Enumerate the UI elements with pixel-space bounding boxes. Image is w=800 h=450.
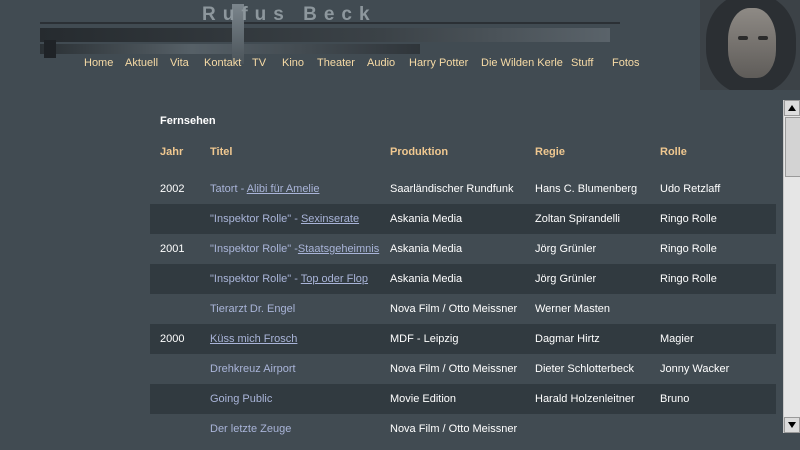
title-link[interactable]: Top oder Flop	[301, 273, 368, 285]
table-row: Der letzte Zeuge Nova Film / Otto Meissne…	[150, 414, 776, 444]
title-text: Der letzte Zeuge	[210, 423, 292, 435]
table-row: "Inspektor Rolle" - Top oder Flop Askania…	[150, 264, 776, 294]
arrow-down-icon	[788, 422, 796, 428]
cell-titel: Der letzte Zeuge	[210, 414, 390, 444]
cell-titel: Going Public	[210, 384, 390, 414]
table-header-row: Jahr Titel Produktion Regie Rolle	[150, 144, 776, 160]
nav-aktuell[interactable]: Aktuell	[125, 57, 158, 69]
scroll-up-button[interactable]	[784, 100, 800, 116]
portrait-image	[700, 0, 800, 90]
col-rolle: Rolle	[660, 146, 687, 158]
table-row: Going Public Movie Edition Harald Holzenle…	[150, 384, 776, 414]
nav-fotos[interactable]: Fotos	[612, 57, 640, 69]
cell-rolle: Jonny Wacker	[660, 363, 730, 375]
title-text: Drehkreuz Airport	[210, 363, 296, 375]
cell-jahr: 2001	[160, 243, 185, 255]
cell-jahr	[150, 414, 210, 444]
nav-home[interactable]: Home	[84, 57, 113, 69]
table-row: 2002 Tatort - Alibi für Amelie Saarländisc…	[150, 174, 776, 204]
table-row: Tierarzt Dr. Engel Nova Film / Otto Meiss…	[150, 294, 776, 324]
col-jahr: Jahr	[160, 146, 184, 158]
table-row: Drehkreuz Airport Nova Film / Otto Meissn…	[150, 354, 776, 384]
cell-regie: Harald Holzenleitner	[535, 384, 660, 414]
title-text: "Inspektor Rolle" -	[210, 213, 301, 225]
cell-produktion: Askania Media	[390, 204, 535, 234]
title-text: "Inspektor Rolle" -	[210, 273, 301, 285]
cell-produktion: Nova Film / Otto Meissner	[390, 303, 518, 315]
table-row: 2001 "Inspektor Rolle" -Staatsgeheimnis As…	[150, 234, 776, 264]
cell-rolle: Ringo Rolle	[660, 264, 776, 294]
cell-titel: "Inspektor Rolle" - Sexinserate	[210, 204, 390, 234]
cell-produktion: Nova Film / Otto Meissner	[390, 423, 518, 435]
cell-produktion: Askania Media	[390, 243, 463, 255]
cell-jahr	[150, 204, 210, 234]
section-title: Fernsehen	[160, 115, 216, 127]
table-row: 2000 Küss mich Frosch MDF - Leipzig Dagmar …	[150, 324, 776, 354]
scroll-down-button[interactable]	[784, 417, 800, 433]
cell-jahr: 2000	[150, 324, 210, 354]
title-link[interactable]: Alibi für Amelie	[247, 183, 320, 195]
cell-produktion: Movie Edition	[390, 384, 535, 414]
cell-jahr	[150, 384, 210, 414]
site-header: Rufus Beck Home Aktuell Vita Kontakt TV …	[0, 0, 800, 98]
site-logo: Rufus Beck	[202, 4, 377, 25]
cell-titel: Drehkreuz Airport	[210, 354, 390, 384]
nav-tv[interactable]: TV	[252, 57, 266, 69]
filmography-table: Jahr Titel Produktion Regie Rolle 2002 Ta…	[150, 144, 776, 444]
header-stripe	[44, 40, 56, 58]
nav-kino[interactable]: Kino	[282, 57, 304, 69]
cell-regie: Werner Masten	[535, 303, 610, 315]
title-text: Tatort -	[210, 183, 247, 195]
table-row: "Inspektor Rolle" - Sexinserate Askania M…	[150, 204, 776, 234]
cell-rolle: Ringo Rolle	[660, 204, 776, 234]
arrow-up-icon	[788, 105, 796, 111]
scrollbar-thumb[interactable]	[785, 117, 800, 177]
cell-regie: Zoltan Spirandelli	[535, 204, 660, 234]
cell-regie	[535, 414, 660, 444]
title-text: Going Public	[210, 393, 273, 405]
nav-kontakt[interactable]: Kontakt	[204, 57, 241, 69]
cell-produktion: Nova Film / Otto Meissner	[390, 363, 518, 375]
cell-regie: Dieter Schlotterbeck	[535, 363, 635, 375]
cell-jahr	[150, 354, 210, 384]
cell-rolle: Ringo Rolle	[660, 243, 717, 255]
nav-vita[interactable]: Vita	[170, 57, 189, 69]
nav-die-wilden-kerle[interactable]: Die Wilden Kerle	[481, 57, 563, 69]
title-text: Tierarzt Dr. Engel	[210, 303, 296, 315]
header-stripe	[40, 44, 420, 54]
cell-titel: Tierarzt Dr. Engel	[210, 294, 390, 324]
cell-rolle: Magier	[660, 324, 776, 354]
cell-rolle	[660, 294, 776, 324]
cell-regie: Dagmar Hirtz	[535, 324, 660, 354]
cell-titel: Küss mich Frosch	[210, 324, 390, 354]
cell-titel: Tatort - Alibi für Amelie	[210, 174, 390, 204]
title-link[interactable]: Sexinserate	[301, 213, 359, 225]
cell-produktion: Saarländischer Rundfunk	[390, 183, 514, 195]
cell-jahr	[150, 264, 210, 294]
nav-theater[interactable]: Theater	[317, 57, 355, 69]
cell-produktion: Askania Media	[390, 264, 535, 294]
title-text: "Inspektor Rolle" -	[210, 243, 298, 255]
nav-harry-potter[interactable]: Harry Potter	[409, 57, 468, 69]
cell-titel: "Inspektor Rolle" - Top oder Flop	[210, 264, 390, 294]
col-produktion: Produktion	[390, 146, 449, 158]
cell-rolle: Bruno	[660, 384, 776, 414]
cell-produktion: MDF - Leipzig	[390, 324, 535, 354]
col-regie: Regie	[535, 146, 565, 158]
nav-audio[interactable]: Audio	[367, 57, 395, 69]
vertical-scrollbar[interactable]	[783, 100, 800, 433]
nav-stuff[interactable]: Stuff	[571, 57, 593, 69]
cell-rolle: Udo Retzlaff	[660, 183, 721, 195]
col-titel: Titel	[210, 146, 233, 158]
cell-rolle	[660, 414, 776, 444]
cell-titel: "Inspektor Rolle" -Staatsgeheimnis	[210, 234, 390, 264]
cell-regie: Jörg Grünler	[535, 243, 597, 255]
cell-regie: Hans C. Blumenberg	[535, 183, 638, 195]
title-link[interactable]: Staatsgeheimnis	[298, 243, 379, 255]
cell-jahr	[150, 294, 210, 324]
cell-regie: Jörg Grünler	[535, 264, 660, 294]
cell-jahr: 2002	[160, 183, 185, 195]
title-link[interactable]: Küss mich Frosch	[210, 333, 297, 345]
header-stripe	[40, 28, 610, 42]
